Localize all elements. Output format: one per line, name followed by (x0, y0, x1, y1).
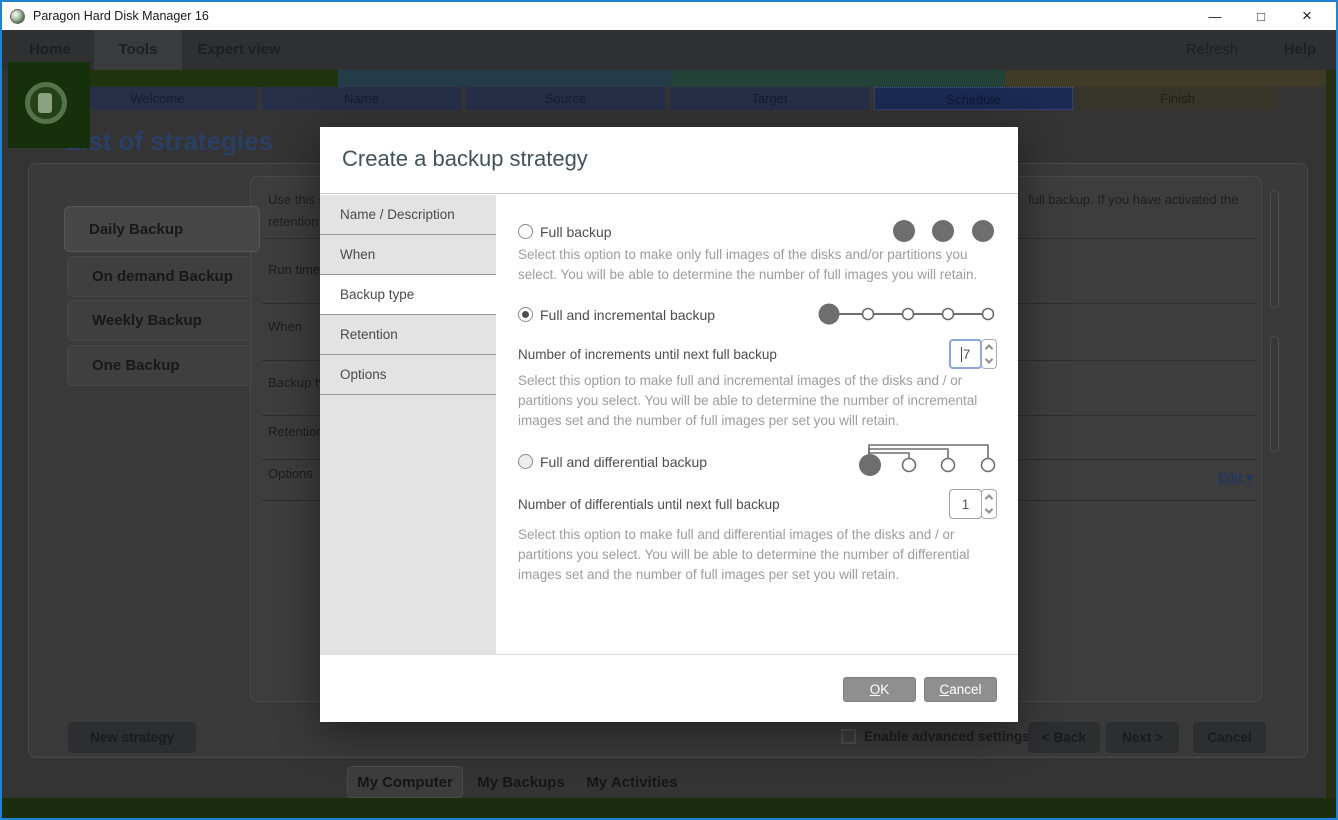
differential-backup-description: Select this option to make full and diff… (518, 525, 996, 585)
close-button[interactable]: × (1284, 2, 1330, 30)
progress-segment-teal (671, 70, 1005, 87)
chevron-down-icon (985, 355, 993, 363)
incremental-backup-label: Full and incremental backup (540, 307, 715, 323)
spinner-buttons (981, 339, 997, 369)
increments-input[interactable]: 7 (949, 339, 982, 369)
window-title: Paragon Hard Disk Manager 16 (33, 9, 209, 23)
differentials-input[interactable]: 1 (949, 489, 982, 519)
differentials-spinner: 1 (949, 489, 997, 519)
page-title: List of strategies (65, 126, 273, 157)
next-button[interactable]: Next > (1106, 722, 1179, 753)
differentials-count-label: Number of differentials until next full … (518, 497, 780, 512)
increments-spinner: 7 (949, 339, 997, 369)
strategy-item-daily[interactable]: Daily Backup (64, 206, 260, 252)
paragon-logo (8, 62, 90, 148)
dialog-tab-backup-type[interactable]: Backup type (320, 275, 496, 315)
spinner-buttons (981, 489, 997, 519)
field-label-options: Options (268, 466, 313, 481)
text-caret (961, 347, 962, 362)
increments-count-label: Number of increments until next full bac… (518, 347, 777, 362)
progress-segment-orange (1005, 70, 1336, 87)
full-backup-radio[interactable] (518, 224, 533, 239)
create-backup-strategy-dialog: Create a backup strategy Name / Descript… (320, 127, 1018, 722)
details-description-fragment: retention (268, 214, 319, 229)
ok-button[interactable]: OK (843, 677, 916, 702)
field-label-run-time: Run time (268, 262, 320, 277)
incremental-backup-diagram (812, 297, 998, 331)
dialog-title: Create a backup strategy (342, 146, 588, 172)
nav-tab-tools[interactable]: Tools (94, 30, 182, 70)
differential-backup-label: Full and differential backup (540, 454, 707, 470)
chevron-down-icon (985, 505, 993, 513)
cancel-button-background[interactable]: Cancel (1193, 722, 1266, 753)
wizard-step-finish[interactable]: Finish (1078, 87, 1277, 110)
main-nav-bar: Home Tools Expert view Refresh Help (2, 30, 1336, 70)
incremental-backup-description: Select this option to make full and incr… (518, 371, 996, 431)
right-green-strip (1326, 70, 1336, 798)
incremental-backup-radio[interactable] (518, 307, 533, 322)
field-label-when: When (268, 319, 302, 334)
dialog-tab-options[interactable]: Options (320, 355, 496, 395)
nav-tab-expert-view[interactable]: Expert view (184, 30, 294, 70)
increments-down-button[interactable] (982, 354, 996, 368)
back-button[interactable]: < Back (1028, 722, 1100, 753)
dialog-header: Create a backup strategy (320, 127, 1018, 194)
dialog-tab-retention[interactable]: Retention (320, 315, 496, 355)
window-titlebar: Paragon Hard Disk Manager 16 — □ × (2, 2, 1336, 30)
app-window: Home Tools Expert view Refresh Help Welc… (0, 0, 1338, 820)
tab-my-backups[interactable]: My Backups (473, 766, 569, 798)
tab-my-activities[interactable]: My Activities (580, 766, 684, 798)
dialog-sidebar: Name / Description When Backup type Rete… (320, 195, 496, 654)
strategy-item-weekly[interactable]: Weekly Backup (67, 300, 252, 341)
details-description-fragment: Use this s (268, 192, 325, 207)
disk-icon-detail (38, 93, 52, 113)
new-strategy-button[interactable]: New strategy (68, 722, 196, 753)
wizard-step-target[interactable]: Target (670, 87, 869, 110)
increments-up-button[interactable] (982, 340, 996, 354)
dialog-content: Full backup Select this option to make o… (496, 195, 1018, 654)
full-backup-label: Full backup (540, 224, 612, 240)
progress-segment-blue (338, 70, 671, 87)
dialog-footer: OK Cancel (320, 654, 1018, 722)
advanced-settings-label: Enable advanced settings (864, 729, 1030, 744)
dialog-cancel-button[interactable]: Cancel (924, 677, 997, 702)
help-button[interactable]: Help (1268, 30, 1332, 70)
dialog-tab-when[interactable]: When (320, 235, 496, 275)
tab-my-computer[interactable]: My Computer (347, 766, 463, 798)
wizard-step-name[interactable]: Name (262, 87, 461, 110)
strategy-item-on-demand[interactable]: On demand Backup (67, 256, 252, 297)
chevron-up-icon (985, 344, 993, 352)
edit-link[interactable]: Edit ▾ (1218, 470, 1253, 486)
maximize-button[interactable]: □ (1238, 2, 1284, 30)
bottom-green-strip (2, 798, 1336, 818)
details-description-fragment: full backup. If you have activated the (1028, 192, 1238, 207)
minimize-button[interactable]: — (1192, 2, 1238, 30)
differential-backup-diagram (848, 437, 1000, 483)
chevron-up-icon (985, 494, 993, 502)
full-backup-diagram (873, 215, 998, 247)
scrollbar-thumb[interactable] (1270, 336, 1279, 452)
differentials-up-button[interactable] (982, 490, 996, 504)
strategy-item-one[interactable]: One Backup (67, 345, 252, 386)
full-backup-description: Select this option to make only full ima… (518, 245, 996, 285)
differentials-down-button[interactable] (982, 504, 996, 518)
app-icon (10, 9, 25, 24)
differential-backup-radio[interactable] (518, 454, 533, 469)
wizard-step-schedule[interactable]: Schedule (874, 87, 1073, 110)
scrollbar-thumb[interactable] (1270, 190, 1279, 308)
advanced-settings-checkbox[interactable] (841, 729, 856, 744)
refresh-button[interactable]: Refresh (1170, 30, 1254, 70)
field-label-retention: Retention (268, 424, 324, 439)
wizard-step-source[interactable]: Source (466, 87, 665, 110)
dialog-tab-name-description[interactable]: Name / Description (320, 195, 496, 235)
